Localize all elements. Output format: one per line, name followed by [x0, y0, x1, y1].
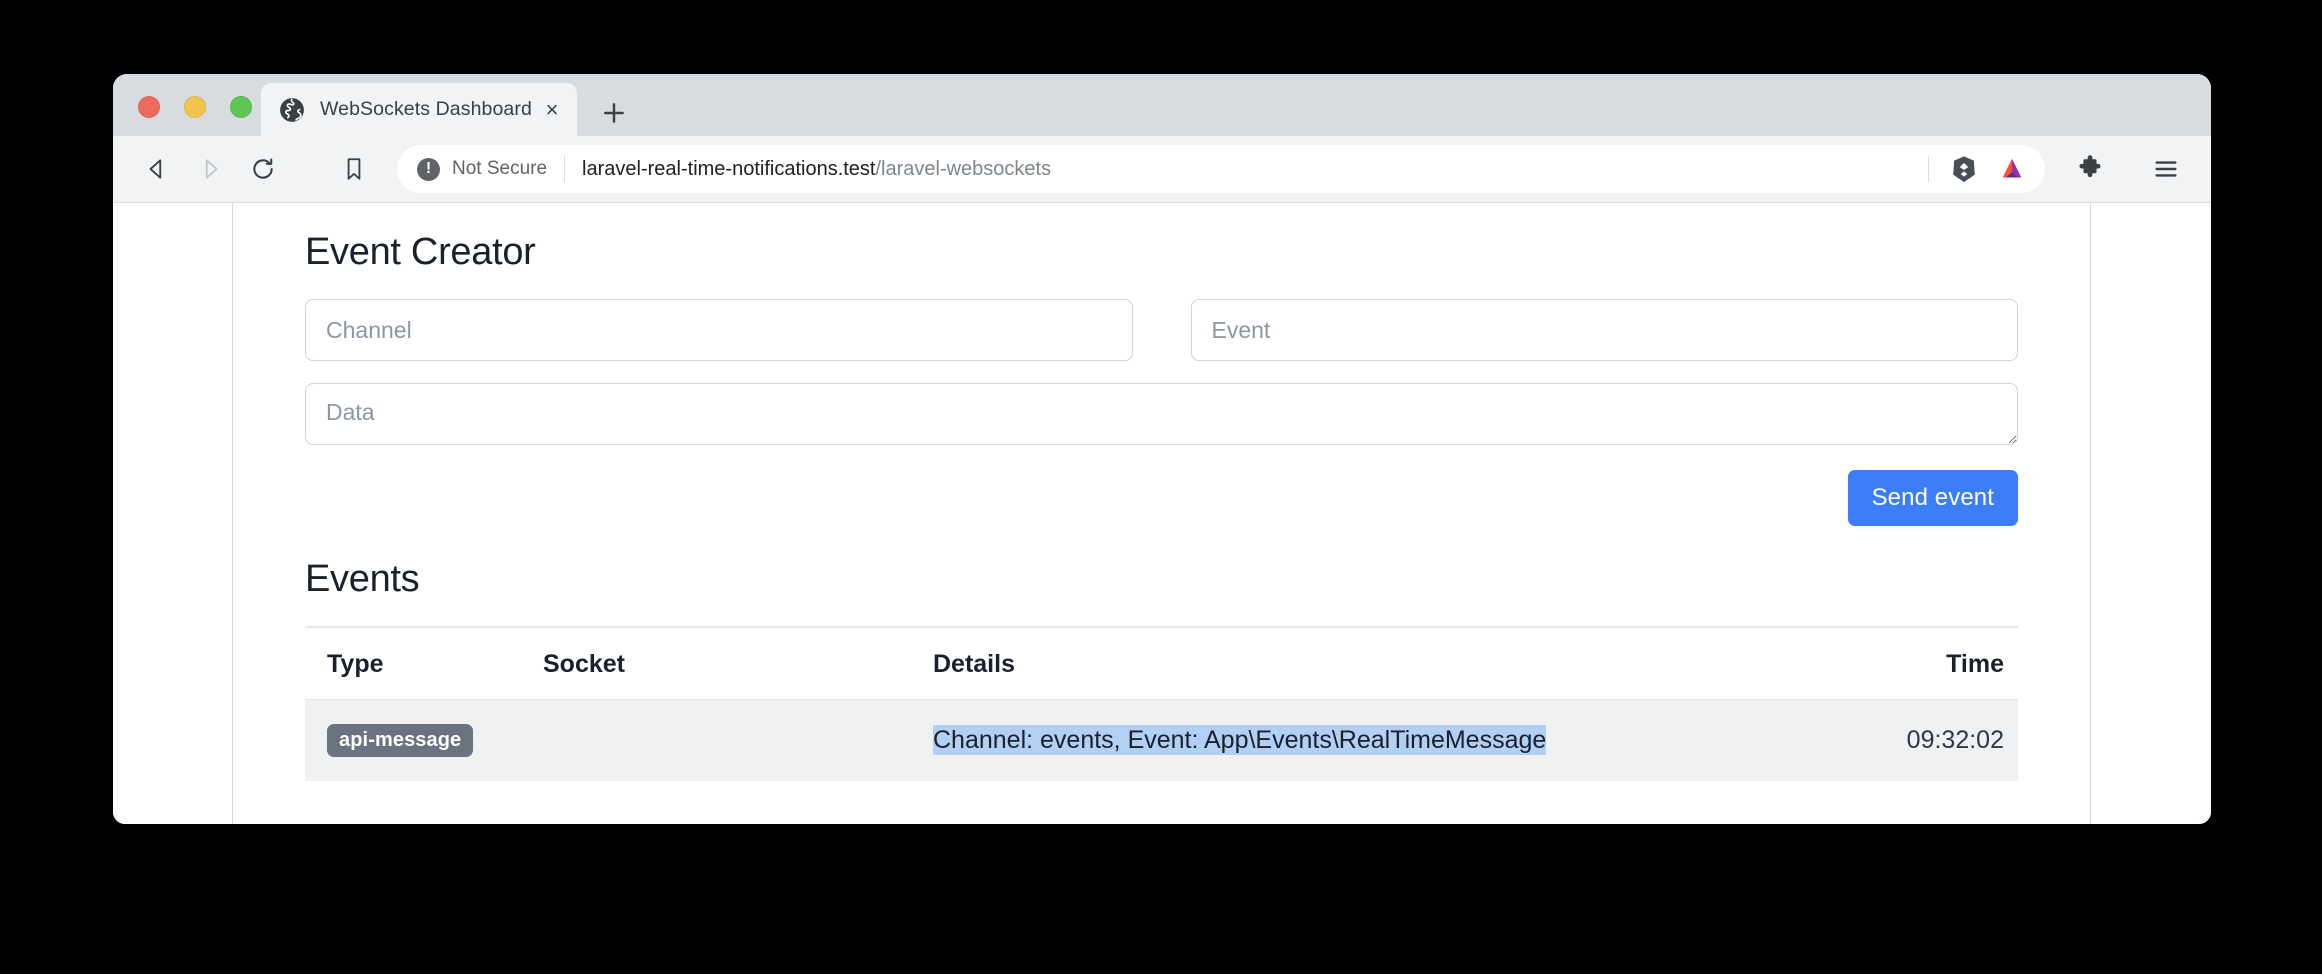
toolbar-actions [2067, 146, 2193, 192]
status-badge: api-message [327, 724, 474, 757]
browser-tab[interactable]: WebSockets Dashboard × [261, 83, 577, 136]
window-close-button[interactable] [138, 96, 160, 118]
event-input[interactable] [1190, 299, 2018, 361]
events-table-header-row: Type Socket Details Time [305, 628, 2018, 700]
tab-title: WebSockets Dashboard [320, 98, 532, 120]
url-display[interactable]: laravel-real-time-notifications.test/lar… [582, 158, 1918, 181]
hamburger-menu-icon[interactable] [2143, 146, 2189, 192]
event-type-cell: api-message [305, 699, 543, 781]
security-status-label: Not Secure [452, 158, 548, 179]
tab-strip: WebSockets Dashboard × [113, 74, 2211, 136]
url-path: /laravel-websockets [875, 157, 1052, 180]
event-time-cell: 09:32:02 [1808, 699, 2018, 781]
channel-input[interactable] [305, 299, 1133, 361]
url-host: laravel-real-time-notifications.test [582, 157, 876, 180]
browser-window: WebSockets Dashboard × ! Not Secure lara… [113, 74, 2211, 824]
window-minimize-button[interactable] [184, 96, 206, 118]
globe-icon [279, 97, 305, 123]
omnibox-divider [564, 156, 566, 182]
event-socket-cell [543, 699, 933, 781]
forward-arrow-icon [187, 146, 233, 192]
security-status[interactable]: ! Not Secure [417, 157, 548, 181]
event-details-text: Channel: events, Event: App\Events\RealT… [933, 725, 1547, 755]
bat-triangle-icon[interactable] [1991, 148, 2033, 190]
browser-toolbar: ! Not Secure laravel-real-time-notificat… [113, 136, 2211, 203]
window-controls [138, 96, 252, 118]
events-table-head: Type Socket Details Time [305, 628, 2018, 700]
column-header-type: Type [327, 650, 384, 678]
page-viewport: Event Creator Send event Events Type Soc… [113, 203, 2211, 824]
puzzle-piece-icon[interactable] [2067, 146, 2113, 192]
column-header-time: Time [1946, 650, 2004, 678]
omnibox-actions [1918, 148, 2039, 190]
reload-icon[interactable] [240, 146, 286, 192]
window-maximize-button[interactable] [230, 96, 252, 118]
events-table-body: api-message Channel: events, Event: App\… [305, 699, 2018, 781]
bookmark-icon[interactable] [331, 146, 377, 192]
events-table: Type Socket Details Time api-message Cha… [305, 628, 2018, 781]
address-bar[interactable]: ! Not Secure laravel-real-time-notificat… [397, 145, 2045, 193]
send-event-row: Send event [305, 470, 2018, 526]
page-title: Event Creator [305, 231, 536, 273]
omnibox-action-divider [1928, 156, 1929, 182]
page-content-container: Event Creator Send event Events Type Soc… [232, 203, 2091, 824]
column-header-socket: Socket [543, 650, 625, 678]
back-arrow-icon[interactable] [134, 146, 180, 192]
close-icon[interactable]: × [535, 93, 569, 127]
events-heading: Events [305, 558, 420, 600]
event-creator-field-row [305, 299, 2018, 361]
warning-circle-icon: ! [417, 157, 440, 181]
table-row[interactable]: api-message Channel: events, Event: App\… [305, 699, 2018, 781]
column-header-details: Details [933, 650, 1015, 678]
brave-lion-icon[interactable] [1943, 148, 1985, 190]
new-tab-button[interactable] [597, 96, 631, 130]
send-event-button[interactable]: Send event [1847, 470, 2018, 526]
event-details-cell: Channel: events, Event: App\Events\RealT… [933, 699, 1808, 781]
data-textarea[interactable] [305, 383, 2018, 445]
